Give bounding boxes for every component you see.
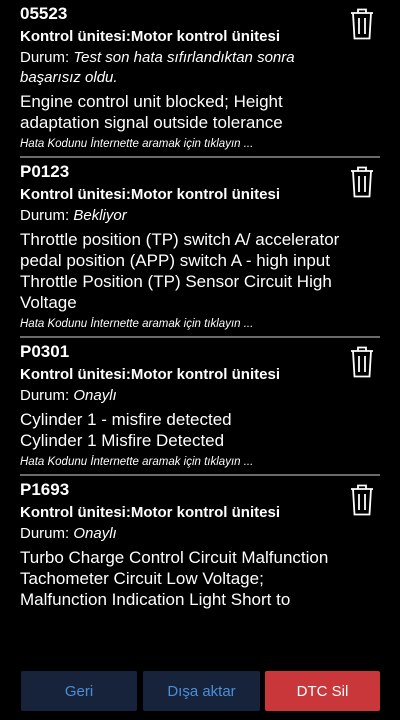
control-unit: Kontrol ünitesi:Motor kontrol ünitesi xyxy=(20,366,280,383)
trash-icon[interactable] xyxy=(350,8,374,40)
dtc-status: Durum: Onaylı xyxy=(20,386,344,406)
dtc-code: P0123 xyxy=(20,162,70,181)
control-unit: Kontrol ünitesi:Motor kontrol ünitesi xyxy=(20,186,280,203)
status-value: Bekliyor xyxy=(73,207,127,224)
status-value: Onaylı xyxy=(73,387,117,404)
dtc-description: Throttle position (TP) switch A/ acceler… xyxy=(20,230,340,312)
dtc-status: Durum: Test son hata sıfırlandıktan sonr… xyxy=(20,48,344,88)
status-label: Durum: xyxy=(20,387,74,404)
dtc-description: Engine control unit blocked; Height adap… xyxy=(20,92,283,132)
control-unit: Kontrol ünitesi:Motor kontrol ünitesi xyxy=(20,504,280,521)
dtc-code: P0301 xyxy=(20,342,70,361)
dtc-list[interactable]: 05523 Kontrol ünitesi:Motor kontrol ünit… xyxy=(0,0,400,652)
dtc-card: P1693 Kontrol ünitesi:Motor kontrol ünit… xyxy=(0,476,400,610)
search-online-link[interactable]: Hata Kodunu İnternette aramak için tıkla… xyxy=(20,137,344,156)
export-button[interactable]: Dışa aktar xyxy=(143,671,260,711)
dtc-code: 05523 xyxy=(20,4,68,23)
clear-dtc-button[interactable]: DTC Sil xyxy=(265,671,380,711)
status-value: Onaylı xyxy=(73,525,117,542)
status-label: Durum: xyxy=(20,525,74,542)
search-online-link[interactable]: Hata Kodunu İnternette aramak için tıkla… xyxy=(20,455,344,474)
dtc-description: Turbo Charge Control Circuit Malfunction… xyxy=(20,548,329,609)
dtc-description: Cylinder 1 - misfire detected Cylinder 1… xyxy=(20,410,232,450)
action-bar: Geri Dışa aktar DTC Sil xyxy=(0,667,400,720)
search-online-link[interactable]: Hata Kodunu İnternette aramak için tıkla… xyxy=(20,317,344,336)
dtc-card: P0301 Kontrol ünitesi:Motor kontrol ünit… xyxy=(0,338,400,474)
dtc-status: Durum: Onaylı xyxy=(20,524,344,544)
dtc-card: P0123 Kontrol ünitesi:Motor kontrol ünit… xyxy=(0,158,400,336)
dtc-status: Durum: Bekliyor xyxy=(20,206,344,226)
status-label: Durum: xyxy=(20,207,74,224)
dtc-code: P1693 xyxy=(20,480,70,499)
trash-icon[interactable] xyxy=(350,346,374,378)
back-button[interactable]: Geri xyxy=(21,671,137,711)
control-unit: Kontrol ünitesi:Motor kontrol ünitesi xyxy=(20,28,280,45)
trash-icon[interactable] xyxy=(350,484,374,516)
status-label: Durum: xyxy=(20,49,74,66)
trash-icon[interactable] xyxy=(350,166,374,198)
dtc-card: 05523 Kontrol ünitesi:Motor kontrol ünit… xyxy=(0,0,400,156)
